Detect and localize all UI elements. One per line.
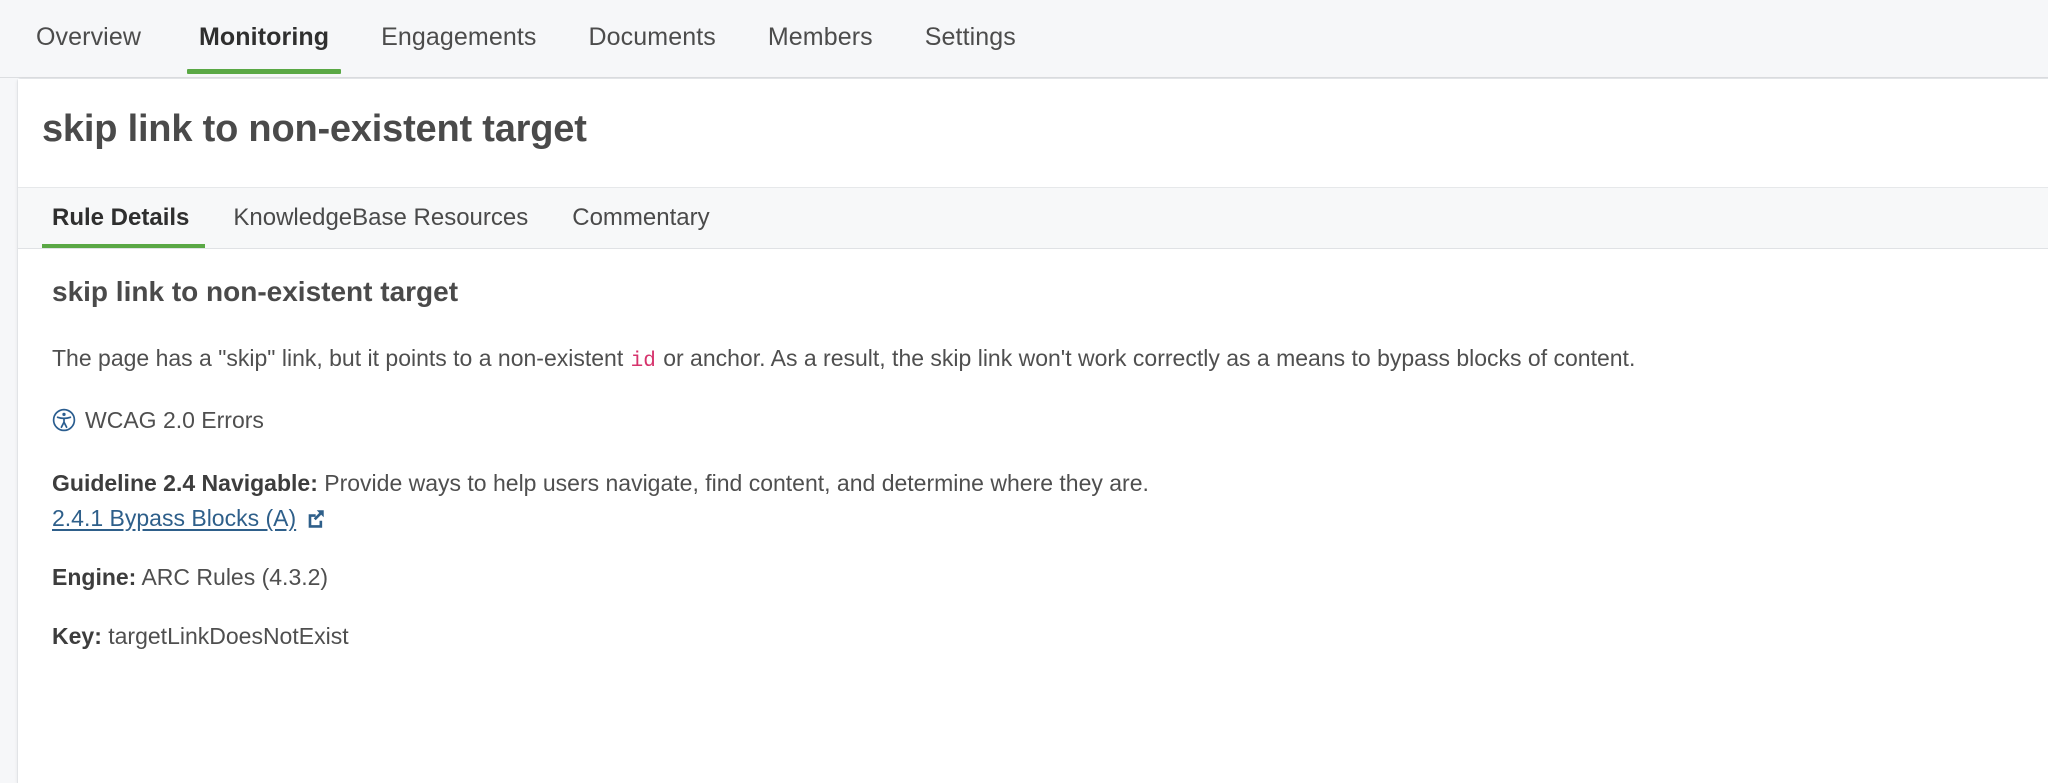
primary-navigation: Overview Monitoring Engagements Document… — [0, 0, 2048, 78]
tab-members[interactable]: Members — [742, 0, 899, 74]
success-criterion-link[interactable]: 2.4.1 Bypass Blocks (A) — [52, 505, 296, 532]
tab-knowledgebase-resources[interactable]: KnowledgeBase Resources — [211, 187, 550, 249]
rule-description-part-2: or anchor. As a result, the skip link wo… — [656, 345, 1636, 372]
tab-documents[interactable]: Documents — [563, 0, 742, 74]
tab-monitoring[interactable]: Monitoring — [173, 0, 355, 74]
rule-detail-tab-list: Rule Details KnowledgeBase Resources Com… — [18, 186, 2048, 249]
tab-engagements[interactable]: Engagements — [355, 0, 562, 74]
tab-rule-details[interactable]: Rule Details — [42, 187, 211, 249]
guideline-row: Guideline 2.4 Navigable: Provide ways to… — [52, 468, 2026, 499]
rule-detail-tabs-divider — [18, 247, 2048, 249]
tab-commentary[interactable]: Commentary — [550, 187, 731, 249]
key-value: targetLinkDoesNotExist — [101, 622, 349, 649]
external-link-icon[interactable] — [305, 508, 326, 529]
engine-row: Engine: ARC Rules (4.3.2) — [52, 564, 2026, 591]
accessibility-icon — [52, 408, 76, 432]
rule-details-panel: skip link to non-existent target The pag… — [18, 248, 2048, 680]
page-title: skip link to non-existent target — [42, 108, 587, 150]
standard-label: WCAG 2.0 Errors — [85, 406, 264, 433]
engine-value: ARC Rules (4.3.2) — [136, 563, 329, 590]
tab-settings[interactable]: Settings — [899, 0, 1042, 74]
primary-tab-list: Overview Monitoring Engagements Document… — [36, 0, 1042, 74]
rule-detail-card: skip link to non-existent target Rule De… — [17, 78, 2048, 783]
success-criterion-row: 2.4.1 Bypass Blocks (A) — [52, 505, 326, 532]
card-header: skip link to non-existent target — [18, 79, 2048, 187]
guideline-text: Provide ways to help users navigate, fin… — [317, 469, 1149, 496]
guideline-label: Guideline 2.4 Navigable: — [52, 469, 318, 496]
tab-overview[interactable]: Overview — [36, 0, 167, 74]
key-label: Key: — [52, 622, 102, 649]
standard-row: WCAG 2.0 Errors — [52, 407, 2026, 434]
inline-code-id: id — [630, 350, 656, 374]
rule-description: The page has a "skip" link, but it point… — [52, 342, 2026, 376]
engine-label: Engine: — [52, 563, 137, 590]
rule-description-part-1: The page has a "skip" link, but it point… — [52, 345, 630, 372]
key-row: Key: targetLinkDoesNotExist — [52, 623, 2026, 650]
rule-name: skip link to non-existent target — [52, 275, 459, 307]
